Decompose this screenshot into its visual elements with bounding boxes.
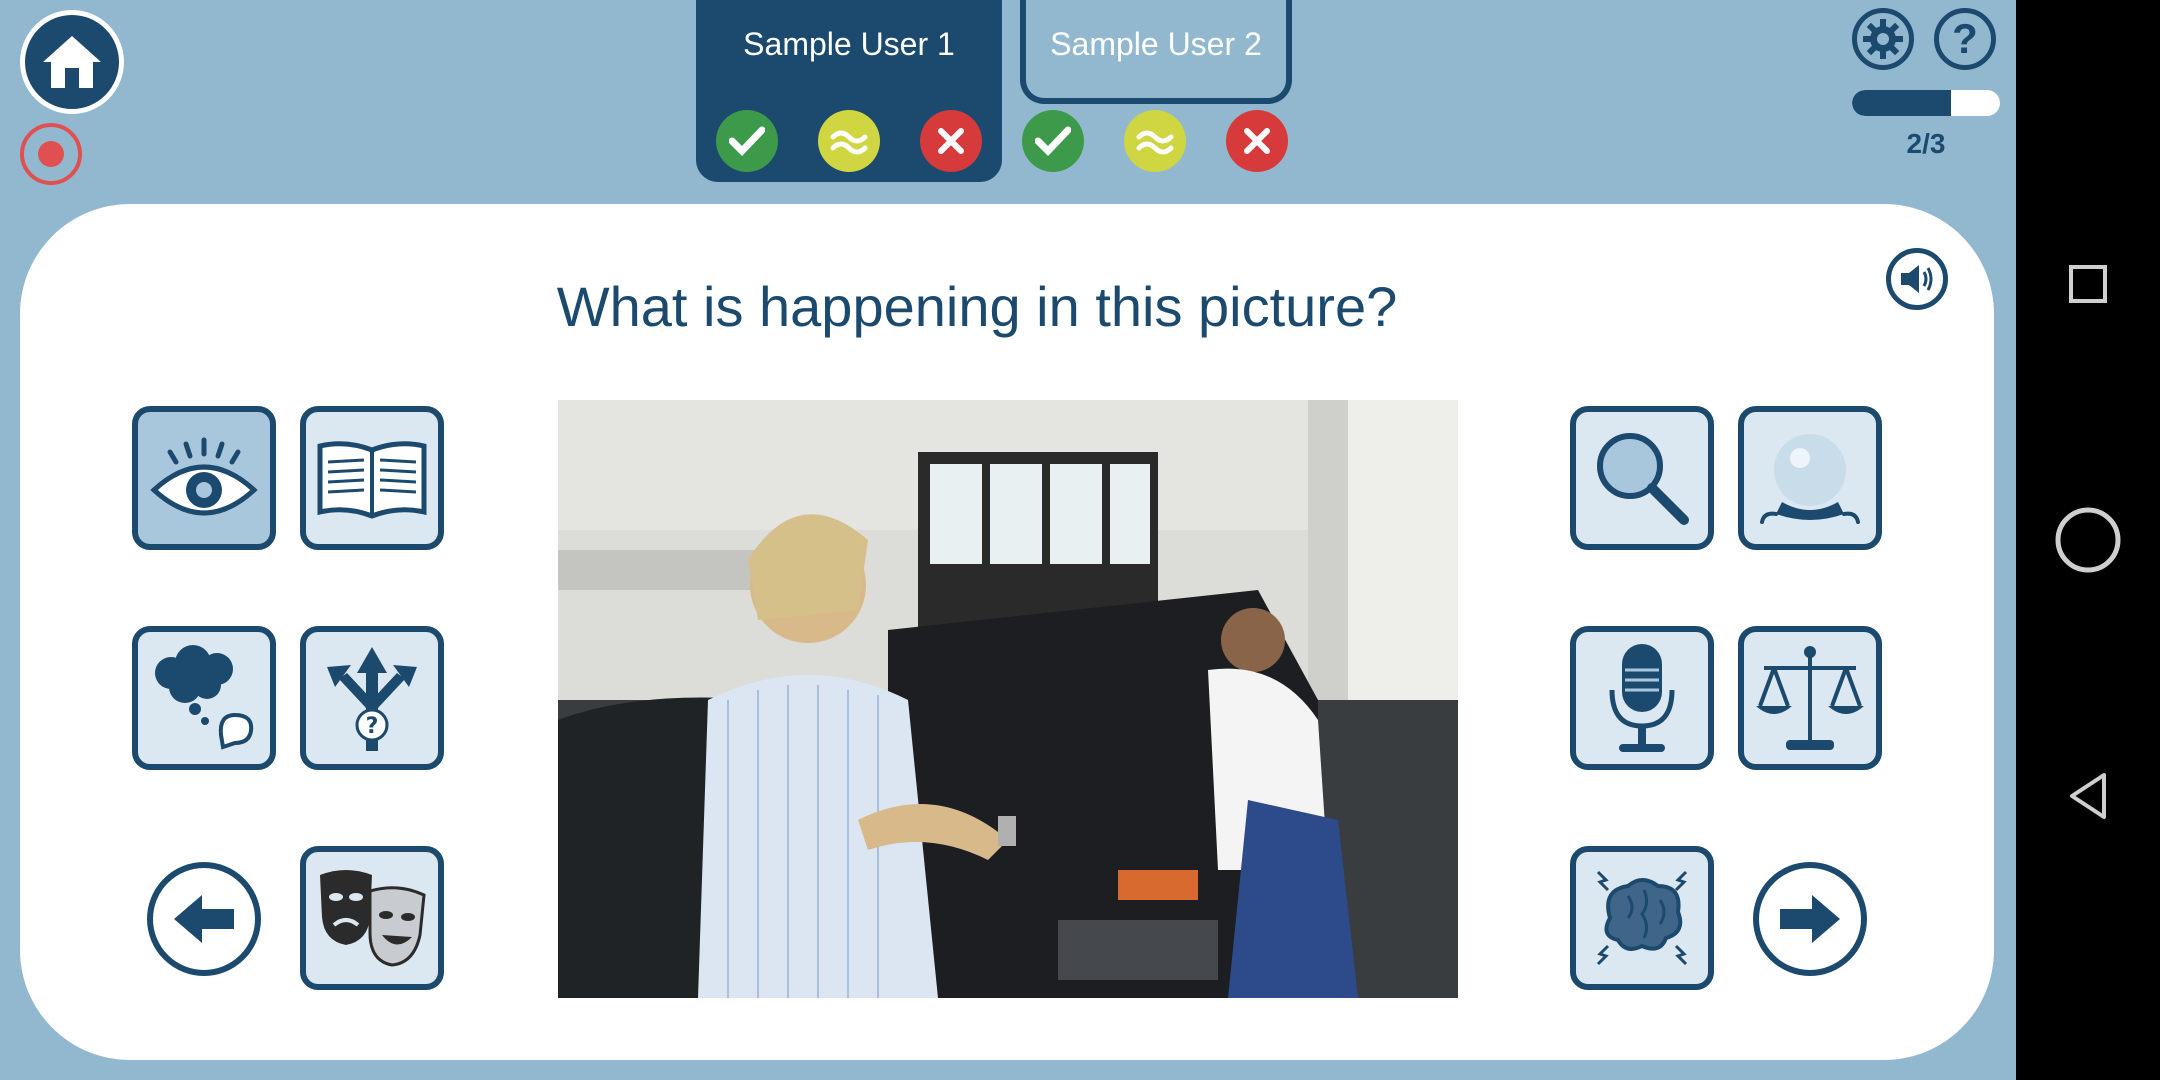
recents-button[interactable] [2016, 254, 2160, 314]
scales-icon [1756, 646, 1864, 750]
system-home-icon [2055, 507, 2121, 573]
question-photo [558, 400, 1458, 998]
forward-arrow-icon [1780, 895, 1840, 943]
back-arrow-icon [174, 895, 234, 943]
inspect-tile[interactable] [1570, 406, 1714, 550]
check-icon [1035, 126, 1071, 156]
describe-tile[interactable] [1570, 626, 1714, 770]
predict-tile[interactable] [1738, 406, 1882, 550]
help-button[interactable]: ? [1934, 8, 1996, 70]
app-area: Sample User 1 Sample User 2 ? 2/3 What i… [0, 0, 2016, 1080]
microphone-icon [1609, 644, 1675, 752]
thought-bubble-icon [155, 645, 254, 750]
approx-icon [1136, 130, 1174, 155]
previous-button[interactable] [147, 862, 261, 976]
system-navigation-bar [2016, 0, 2160, 1080]
progress-fill [1852, 90, 1952, 116]
user-tab-2[interactable]: Sample User 2 [1020, 0, 1292, 104]
next-button[interactable] [1753, 862, 1867, 976]
user2-incorrect-button[interactable] [1226, 110, 1288, 172]
speaker-icon [1901, 265, 1933, 293]
compare-tile[interactable] [1738, 626, 1882, 770]
define-tile[interactable] [300, 406, 444, 550]
decision-arrows-icon: ? [327, 647, 417, 751]
system-back-icon [2070, 773, 2106, 819]
speak-question-button[interactable] [1886, 248, 1948, 310]
question-text: What is happening in this picture? [556, 275, 1398, 338]
recents-icon [2069, 265, 2107, 303]
progress-bar [1852, 90, 2000, 116]
observe-tile[interactable] [132, 406, 276, 550]
system-back-button[interactable] [2016, 766, 2160, 826]
check-icon [729, 126, 765, 156]
dictionary-icon [317, 441, 427, 519]
user1-correct-button[interactable] [716, 110, 778, 172]
decide-tile[interactable]: ? [300, 626, 444, 770]
progress-text: 2/3 [1906, 128, 1946, 159]
think-tile[interactable] [132, 626, 276, 770]
svg-text:?: ? [366, 714, 379, 739]
user1-partial-button[interactable] [818, 110, 880, 172]
user-name-1: Sample User 1 [743, 26, 955, 62]
user1-incorrect-button[interactable] [920, 110, 982, 172]
memory-tile[interactable] [1570, 846, 1714, 990]
cross-icon [938, 128, 964, 154]
system-home-button[interactable] [2016, 500, 2160, 580]
crystal-ball-icon [1760, 434, 1860, 524]
theater-masks-icon [320, 870, 426, 967]
question-mark-icon: ? [1952, 15, 1978, 62]
emotion-tile[interactable] [300, 846, 444, 990]
eye-icon [150, 437, 258, 516]
home-button[interactable] [20, 10, 124, 114]
user-name-2: Sample User 2 [1050, 26, 1262, 62]
magnifier-icon [1597, 433, 1689, 525]
home-icon [43, 36, 101, 88]
settings-button[interactable] [1852, 8, 1914, 70]
brain-icon [1596, 870, 1688, 966]
user2-correct-button[interactable] [1022, 110, 1084, 172]
record-button[interactable] [20, 123, 82, 185]
cross-icon [1244, 128, 1270, 154]
gear-icon [1863, 19, 1903, 59]
record-icon [38, 141, 64, 167]
approx-icon [830, 130, 868, 155]
user2-partial-button[interactable] [1124, 110, 1186, 172]
